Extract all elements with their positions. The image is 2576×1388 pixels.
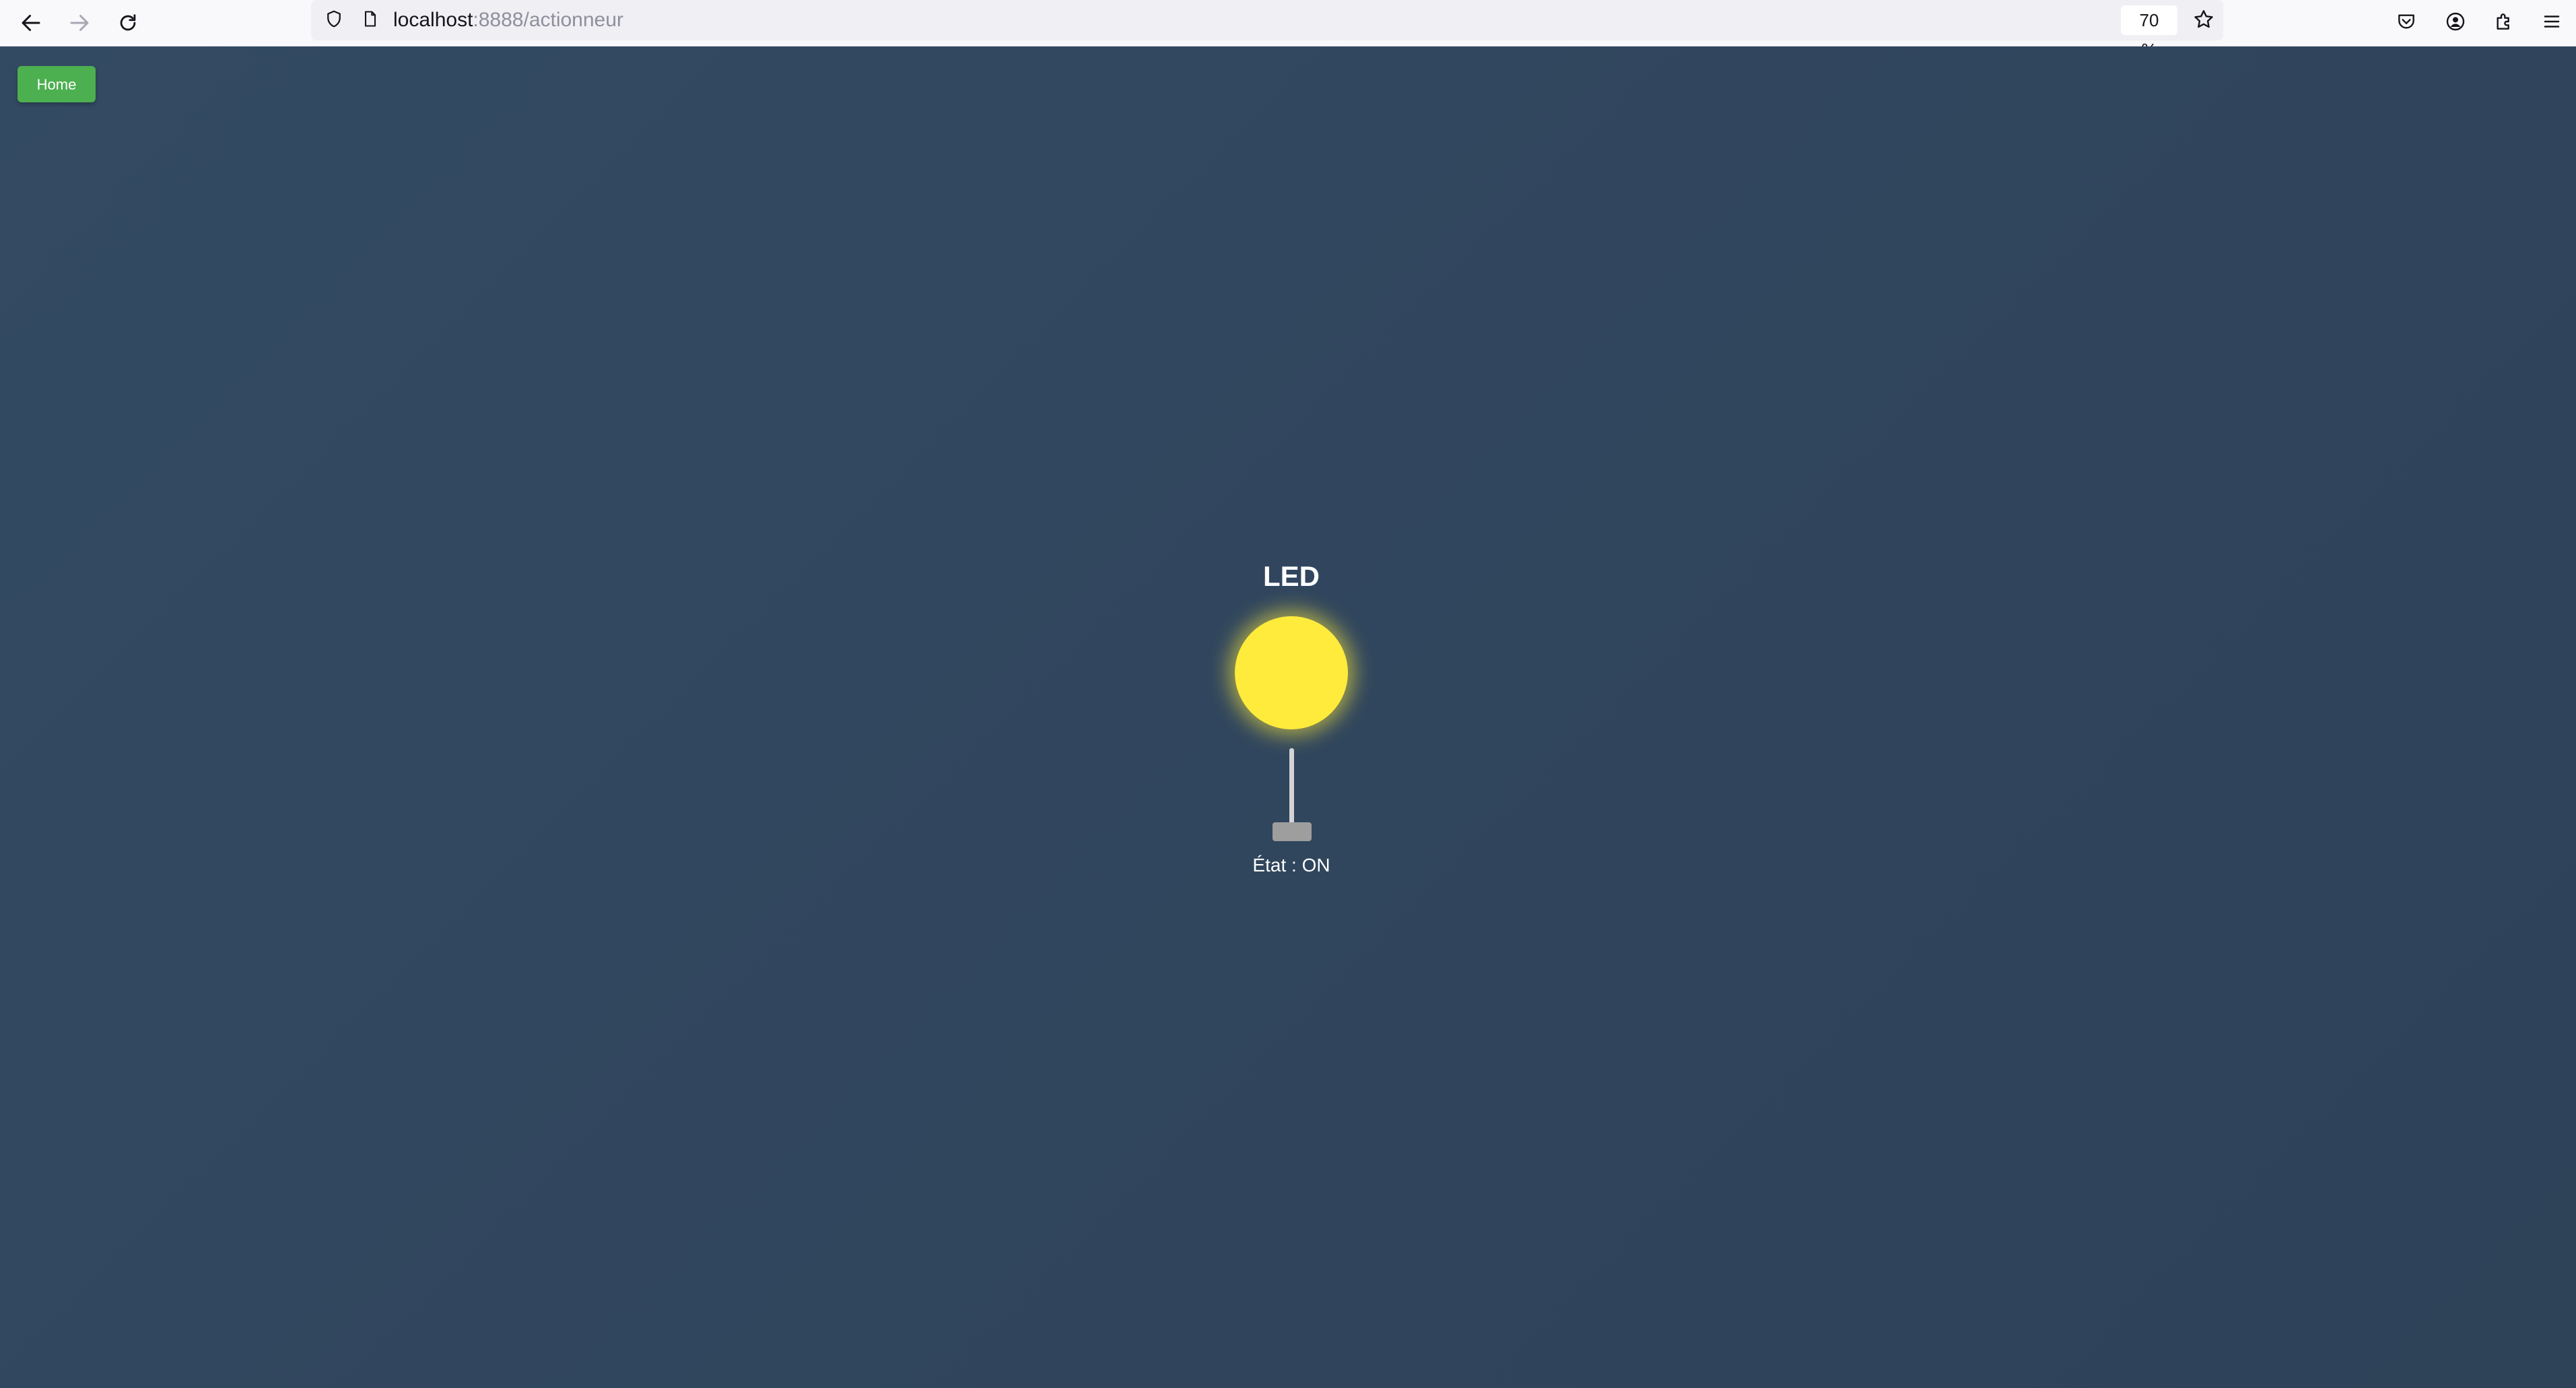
site-info-button[interactable] [357,7,384,34]
led-title: LED [1263,560,1320,592]
extensions-button[interactable] [2485,4,2523,42]
back-arrow-icon [19,11,43,35]
home-button[interactable]: Home [18,66,96,102]
pocket-icon [2396,11,2417,35]
switch-lever[interactable] [1289,748,1294,829]
tracking-protection-button[interactable] [320,7,347,34]
reload-icon [116,11,139,34]
star-icon [2192,8,2215,34]
url-text[interactable]: localhost:8888/actionneur [393,7,623,34]
reload-button[interactable] [109,4,147,42]
browser-toolbar: localhost:8888/actionneur 70 % [0,0,2576,60]
forward-button[interactable] [61,4,98,42]
bookmark-button[interactable] [2187,4,2221,38]
forward-arrow-icon [67,11,92,35]
app-menu-button[interactable] [2533,4,2571,42]
extensions-icon [2493,11,2515,35]
url-host: localhost [393,9,473,31]
account-icon [2445,11,2466,35]
page-icon [361,9,380,31]
switch-base[interactable] [1273,822,1312,841]
account-button[interactable] [2437,4,2474,42]
page-content: Home LED État : ON [0,46,2576,1388]
led-bulb[interactable] [1235,616,1348,729]
pocket-button[interactable] [2387,4,2425,42]
led-state-text: État : ON [1252,855,1330,875]
url-path: :8888/actionneur [473,9,623,31]
zoom-level-badge[interactable]: 70 % [2121,5,2177,60]
browser-window: localhost:8888/actionneur 70 % [0,0,2576,1388]
shield-icon [324,9,344,32]
hamburger-menu-icon [2542,11,2562,34]
back-button[interactable] [12,4,50,42]
